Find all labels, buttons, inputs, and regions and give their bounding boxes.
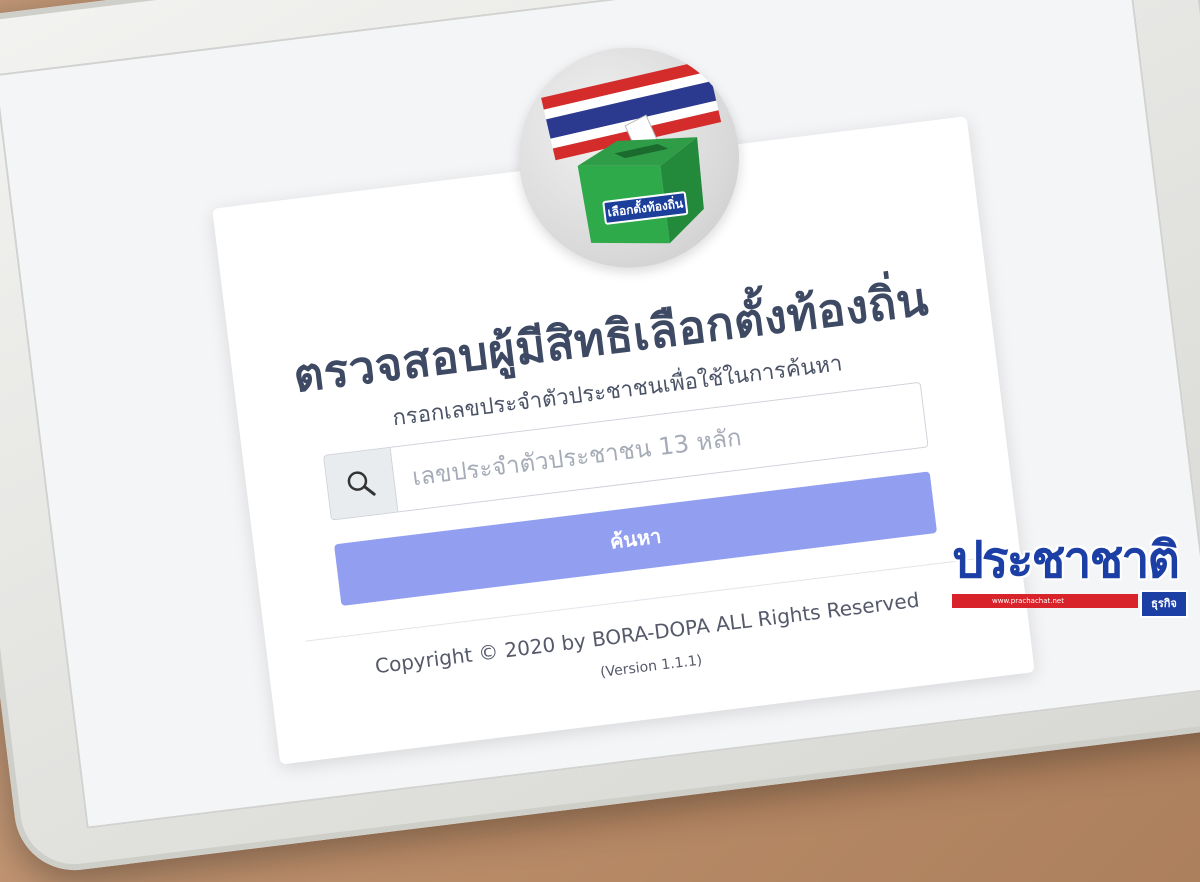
ballot-box-icon — [541, 59, 722, 244]
election-logo: เลือกตั้งท้องถิ่น — [506, 35, 752, 281]
brand-tag: ธุรกิจ — [1140, 590, 1188, 618]
search-icon — [324, 447, 399, 520]
tablet-screen: เลือกตั้งท้องถิ่น ตรวจสอบผู้มีสิทธิเลือก… — [0, 0, 1200, 829]
brand-name: ประชาชาติ — [952, 531, 1180, 589]
prachachat-watermark: ประชาชาติ www.prachachat.net ธุรกิจ — [952, 528, 1192, 618]
search-card: เลือกตั้งท้องถิ่น ตรวจสอบผู้มีสิทธิเลือก… — [212, 35, 1035, 765]
tablet-scene: เลือกตั้งท้องถิ่น ตรวจสอบผู้มีสิทธิเลือก… — [0, 0, 1200, 877]
brand-url: www.prachachat.net — [952, 594, 1138, 608]
